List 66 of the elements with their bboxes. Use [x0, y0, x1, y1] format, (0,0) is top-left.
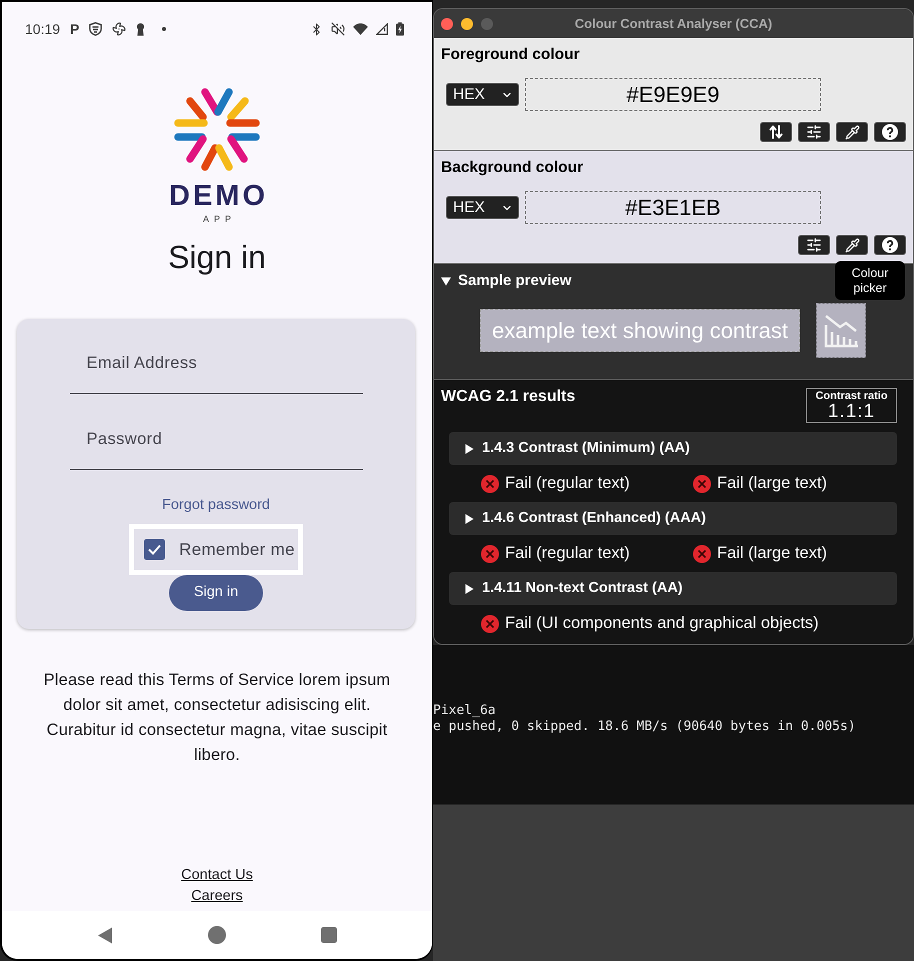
checkbox[interactable]: [144, 539, 166, 560]
shield-icon: [89, 22, 102, 36]
criterion-header[interactable]: 1.4.3 Contrast (Minimum) (AA): [449, 432, 897, 465]
pipette-icon: [844, 124, 860, 140]
terms-text: Please read this Terms of Service lorem ipsum dolor sit amet, consectetur adisiscing elit. Curabitur id consectetur magna, vitae suscipit libero.: [42, 670, 392, 766]
result-text: Fail (large text): [717, 543, 828, 564]
pipette-icon: [844, 238, 860, 252]
logo-wordmark: DEMO: [168, 182, 268, 211]
contrast-ratio-label: Contrast ratio: [815, 390, 888, 402]
criterion-header[interactable]: 1.4.6 Contrast (Enhanced) (AAA): [449, 502, 897, 535]
wifi-icon: [353, 23, 368, 35]
home-icon[interactable]: [208, 926, 226, 944]
help-icon: [882, 124, 898, 140]
chart-sample-icon: [816, 303, 866, 358]
sample-text-preview: example text showing contrast: [480, 309, 800, 352]
contrast-ratio-value: 1.1:1: [828, 402, 876, 422]
swap-arrows-icon: [769, 125, 783, 139]
terminal-line: e pushed, 0 skipped. 18.6 MB/s (90640 bytes in 0.005s): [433, 719, 857, 735]
results-heading: WCAG 2.1 results: [441, 387, 576, 406]
adjust-button[interactable]: [798, 235, 830, 255]
dot-icon: [162, 27, 166, 31]
logo-icon: [174, 88, 260, 172]
status-time: 10:19: [25, 21, 60, 37]
footer-link[interactable]: Careers: [191, 886, 243, 907]
signal-icon: [376, 23, 388, 35]
logo-tagline: APP: [202, 215, 236, 224]
checkbox-label: Remember me: [179, 538, 295, 561]
window-minimize-button[interactable]: [461, 18, 473, 30]
footer-link[interactable]: Contact Us: [181, 865, 253, 886]
sign-in-button[interactable]: Sign in: [169, 575, 263, 611]
colour-picker-button[interactable]: [836, 122, 868, 142]
format-select[interactable]: HEX: [446, 196, 519, 219]
keyhole-icon: [136, 22, 146, 36]
section-heading: Background colour: [441, 159, 584, 177]
help-icon: [882, 237, 898, 253]
window-close-button[interactable]: [441, 18, 453, 30]
sample-preview-toggle[interactable]: Sample preview: [441, 272, 572, 290]
back-icon[interactable]: [97, 926, 113, 944]
page-title: Sign in: [168, 241, 266, 273]
criterion-header[interactable]: 1.4.11 Non-text Contrast (AA): [449, 572, 897, 605]
sliders-icon: [806, 124, 822, 140]
battery-icon: [396, 22, 404, 36]
colour-picker-button[interactable]: [836, 235, 868, 255]
help-button[interactable]: [874, 235, 906, 255]
result-text: Fail (large text): [717, 473, 828, 494]
result-text: Fail (regular text): [505, 473, 630, 494]
input-field[interactable]: Email Address: [70, 340, 362, 394]
adjust-button[interactable]: [798, 122, 830, 142]
fan-icon: [112, 22, 126, 36]
format-select[interactable]: HEX: [446, 83, 519, 106]
hex-value-field[interactable]: #E3E1EB: [525, 191, 821, 224]
input-field[interactable]: Password: [70, 416, 362, 470]
help-button[interactable]: [874, 122, 906, 142]
sliders-icon: [806, 237, 822, 253]
result-text: Fail (regular text): [505, 543, 630, 564]
hex-value-field[interactable]: #E9E9E9: [525, 78, 821, 111]
terminal-line: Pixel_6a: [433, 703, 497, 719]
muted-speaker-icon: [331, 22, 345, 36]
notification-glyph: P: [70, 21, 80, 37]
window-title: Colour Contrast Analyser (CCA): [574, 14, 772, 33]
result-text: Fail (UI components and graphical objects): [505, 613, 819, 634]
swap-button[interactable]: [760, 122, 792, 142]
bluetooth-icon: [310, 22, 323, 36]
forgot-password-link[interactable]: Forgot password: [162, 497, 270, 514]
tooltip: Colour picker: [835, 261, 905, 300]
section-heading: Foreground colour: [441, 46, 581, 64]
